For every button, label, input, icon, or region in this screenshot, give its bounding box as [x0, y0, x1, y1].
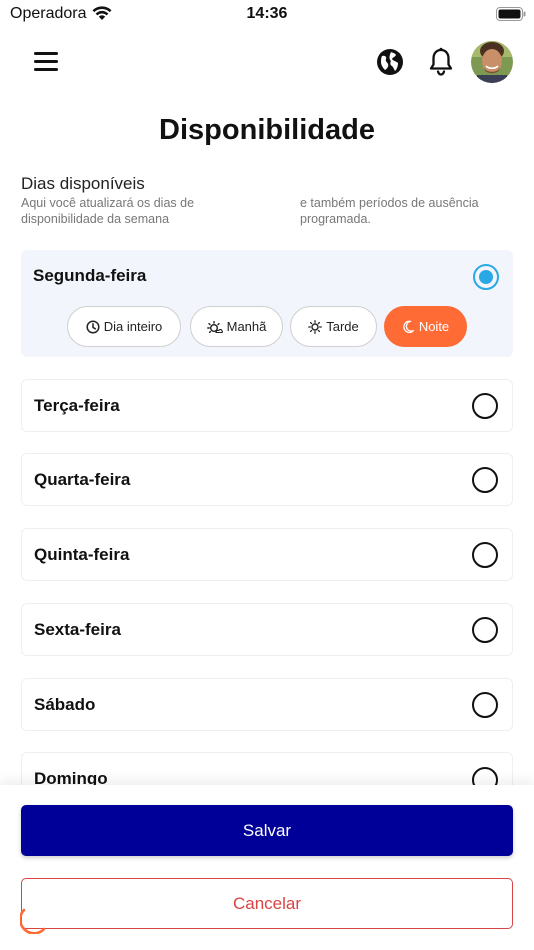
day-name: Quarta-feira — [34, 470, 131, 489]
day-card-quinta-feira[interactable]: Quinta-feira — [21, 528, 513, 581]
day-card-segunda-feira[interactable]: Segunda-feira Dia inteiro Manhã Tarde No… — [21, 250, 513, 357]
section-description-continued: e também períodos de ausência programada… — [300, 196, 479, 226]
day-name: Sábado — [34, 695, 96, 714]
status-time: 14:36 — [246, 5, 288, 22]
hamburger-menu-icon[interactable] — [34, 52, 60, 72]
day-radio[interactable] — [472, 542, 498, 568]
day-radio[interactable] — [472, 692, 498, 718]
period-chip-label: Dia inteiro — [103, 319, 163, 334]
day-card-quarta-feira[interactable]: Quarta-feira — [21, 453, 513, 506]
day-name: Quinta-feira — [34, 545, 130, 564]
day-name: Terça-feira — [34, 396, 120, 415]
cancel-button[interactable]: Cancelar — [21, 878, 513, 929]
bell-icon[interactable] — [427, 47, 455, 77]
period-chip-manha[interactable]: Manhã — [190, 306, 283, 347]
action-footer: Salvar Cancelar — [0, 785, 534, 950]
day-card-sabado[interactable]: Sábado — [21, 678, 513, 731]
day-radio[interactable] — [472, 467, 498, 493]
sunrise-icon — [206, 320, 223, 333]
globe-icon[interactable] — [375, 47, 405, 77]
period-chip-tarde[interactable]: Tarde — [290, 306, 377, 347]
section-title: Dias disponíveis — [21, 174, 145, 193]
moon-icon — [403, 320, 414, 333]
user-avatar[interactable] — [471, 41, 513, 83]
day-radio[interactable] — [472, 393, 498, 419]
sun-icon — [308, 319, 323, 334]
day-card-terca-feira[interactable]: Terça-feira — [21, 379, 513, 432]
save-button[interactable]: Salvar — [21, 805, 513, 856]
battery-icon — [496, 7, 526, 26]
period-chip-noite[interactable]: Noite — [384, 306, 467, 347]
page-title: Disponibilidade — [159, 114, 375, 146]
day-radio[interactable] — [472, 617, 498, 643]
day-card-sexta-feira[interactable]: Sexta-feira — [21, 603, 513, 656]
day-name: Sexta-feira — [34, 620, 121, 639]
period-chip-label: Noite — [418, 319, 450, 334]
clock-icon — [86, 319, 100, 334]
status-bar: Operadora 14:36 — [0, 0, 534, 30]
day-name: Segunda-feira — [33, 266, 147, 285]
loading-spinner-icon — [20, 908, 46, 934]
period-chip-dia-inteiro[interactable]: Dia inteiro — [67, 306, 181, 347]
period-chip-label: Manhã — [226, 319, 267, 334]
day-radio-selected[interactable] — [473, 264, 499, 290]
section-description: Aqui você atualizará os dias de disponib… — [21, 196, 195, 226]
period-chip-label: Tarde — [326, 319, 359, 334]
